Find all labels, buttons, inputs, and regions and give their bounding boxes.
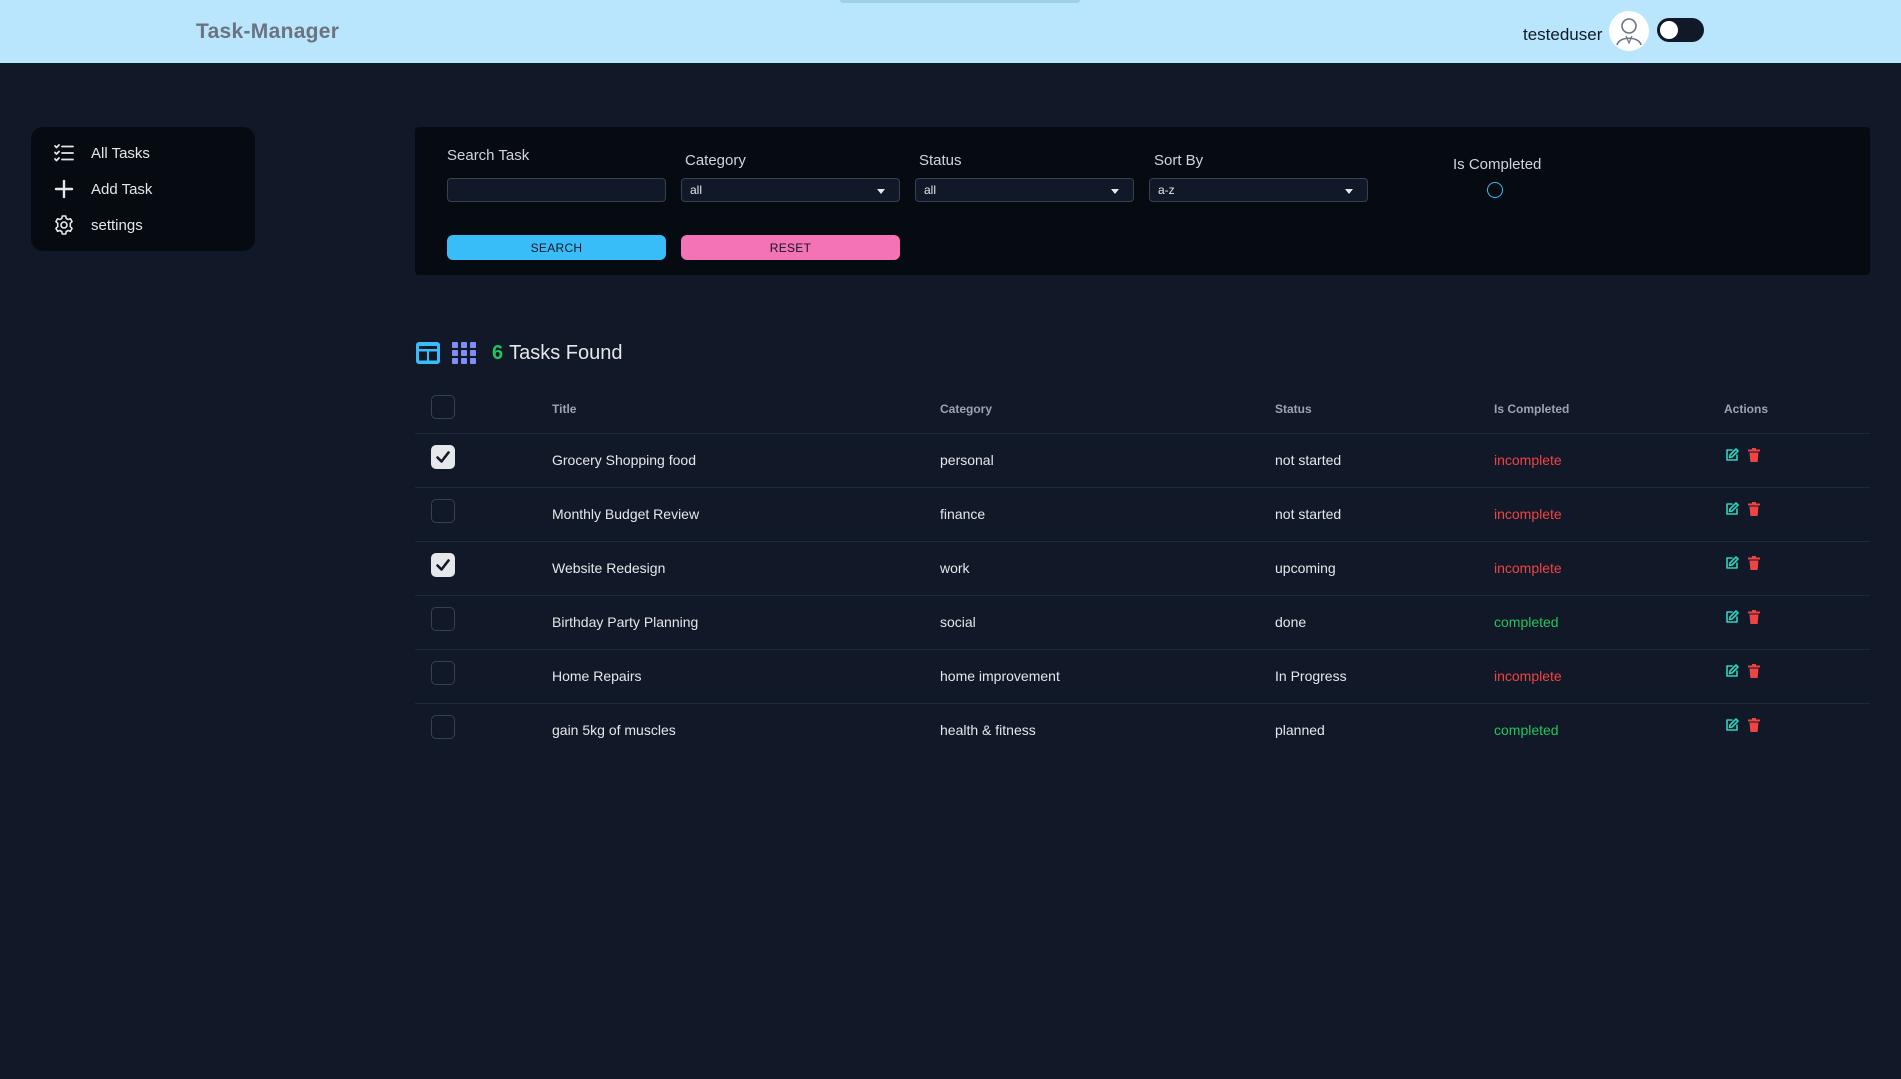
edit-icon[interactable] [1724, 447, 1740, 463]
app-title[interactable]: Task-Manager [196, 20, 339, 44]
avatar[interactable] [1609, 11, 1649, 51]
filter-panel: Search Task Category all Status all Sort… [415, 127, 1870, 275]
delete-icon[interactable] [1746, 609, 1762, 625]
task-category: social [940, 614, 976, 630]
grid-view-icon[interactable] [451, 341, 477, 365]
delete-icon[interactable] [1746, 717, 1762, 733]
sidebar-item-add-task[interactable]: Add Task [31, 171, 255, 207]
category-label: Category [685, 152, 746, 169]
task-title: Monthly Budget Review [552, 506, 700, 522]
list-check-icon [53, 142, 75, 164]
table-row: Grocery Shopping food personal not start… [415, 434, 1870, 488]
username: testeduser [1523, 25, 1603, 44]
task-category: home improvement [940, 668, 1060, 684]
task-status: done [1275, 614, 1307, 630]
table-row: Home Repairs home improvement In Progres… [415, 650, 1870, 704]
search-task-input[interactable] [447, 178, 666, 202]
reset-button[interactable]: RESET [681, 235, 900, 260]
task-category: health & fitness [940, 722, 1036, 738]
table-view-icon[interactable] [415, 341, 441, 365]
sort-by-label: Sort By [1154, 152, 1204, 169]
edit-icon[interactable] [1724, 717, 1740, 733]
task-status: not started [1275, 506, 1342, 522]
task-category: finance [940, 506, 986, 522]
tasks-found-text: Tasks Found [509, 342, 623, 364]
theme-toggle-knob [1660, 21, 1678, 39]
chevron-down-icon [1345, 189, 1353, 194]
table-row: Birthday Party Planning social done comp… [415, 596, 1870, 650]
delete-icon[interactable] [1746, 663, 1762, 679]
status-select-value: all [924, 183, 937, 197]
task-status: upcoming [1275, 560, 1336, 576]
edit-icon[interactable] [1724, 501, 1740, 517]
table-row: gain 5kg of muscles health & fitness pla… [415, 704, 1870, 758]
category-select[interactable]: all [681, 178, 900, 202]
row-checkbox[interactable] [431, 607, 455, 631]
table-header: Title Category Status Is Completed Actio… [415, 380, 1870, 434]
column-header-is-completed: Is Completed [1494, 402, 1570, 416]
task-category: personal [940, 452, 994, 468]
task-title: Birthday Party Planning [552, 614, 699, 630]
row-checkbox[interactable] [431, 499, 455, 523]
table-row: Monthly Budget Review finance not starte… [415, 488, 1870, 542]
theme-toggle[interactable] [1657, 18, 1704, 42]
task-completion-status: completed [1494, 722, 1559, 738]
delete-icon[interactable] [1746, 501, 1762, 517]
tasks-found-summary: 6 Tasks Found [492, 342, 623, 365]
edit-icon[interactable] [1724, 609, 1740, 625]
task-title: Home Repairs [552, 668, 642, 684]
user-avatar-icon [1616, 18, 1642, 46]
sidebar-item-label: settings [91, 216, 143, 234]
checkmark-icon [436, 559, 450, 571]
edit-icon[interactable] [1724, 555, 1740, 571]
task-completion-status: incomplete [1494, 452, 1562, 468]
select-all-checkbox[interactable] [431, 395, 455, 419]
sidebar-item-label: All Tasks [91, 144, 150, 162]
row-checkbox[interactable] [431, 661, 455, 685]
chevron-down-icon [877, 189, 885, 194]
plus-icon [53, 178, 75, 200]
sidebar-item-label: Add Task [91, 180, 153, 198]
tasks-found-count: 6 [492, 342, 504, 364]
sidebar-item-all-tasks[interactable]: All Tasks [31, 135, 255, 171]
checkmark-icon [436, 451, 450, 463]
task-title: gain 5kg of muscles [552, 722, 676, 738]
top-navbar: Task-Manager testeduser [0, 0, 1901, 63]
delete-icon[interactable] [1746, 447, 1762, 463]
row-checkbox[interactable] [431, 715, 455, 739]
task-category: work [940, 560, 970, 576]
sort-by-select-value: a-z [1158, 183, 1175, 197]
sidebar-item-settings[interactable]: settings [31, 207, 255, 243]
task-status: In Progress [1275, 668, 1347, 684]
tasks-table: Title Category Status Is Completed Actio… [415, 380, 1870, 758]
table-body: Grocery Shopping food personal not start… [415, 434, 1870, 758]
task-title: Grocery Shopping food [552, 452, 696, 468]
gear-icon [53, 214, 75, 236]
navbar-highlight [840, 0, 1080, 3]
search-button[interactable]: SEARCH [447, 235, 666, 260]
delete-icon[interactable] [1746, 555, 1762, 571]
table-row: Website Redesign work upcoming incomplet… [415, 542, 1870, 596]
task-status: not started [1275, 452, 1342, 468]
column-header-title: Title [552, 402, 577, 416]
sort-by-select[interactable]: a-z [1149, 178, 1368, 202]
search-task-label: Search Task [447, 147, 530, 164]
task-completion-status: incomplete [1494, 560, 1562, 576]
status-select[interactable]: all [915, 178, 1134, 202]
chevron-down-icon [1111, 189, 1119, 194]
task-completion-status: incomplete [1494, 506, 1562, 522]
task-completion-status: completed [1494, 614, 1559, 630]
column-header-actions: Actions [1724, 402, 1769, 416]
is-completed-radio[interactable] [1487, 182, 1503, 198]
status-label: Status [919, 152, 962, 169]
is-completed-label: Is Completed [1453, 156, 1542, 173]
category-select-value: all [690, 183, 703, 197]
edit-icon[interactable] [1724, 663, 1740, 679]
column-header-status: Status [1275, 402, 1312, 416]
sidebar: All Tasks Add Task settings [31, 127, 255, 251]
column-header-category: Category [940, 402, 993, 416]
task-completion-status: incomplete [1494, 668, 1562, 684]
task-status: planned [1275, 722, 1325, 738]
task-title: Website Redesign [552, 560, 666, 576]
